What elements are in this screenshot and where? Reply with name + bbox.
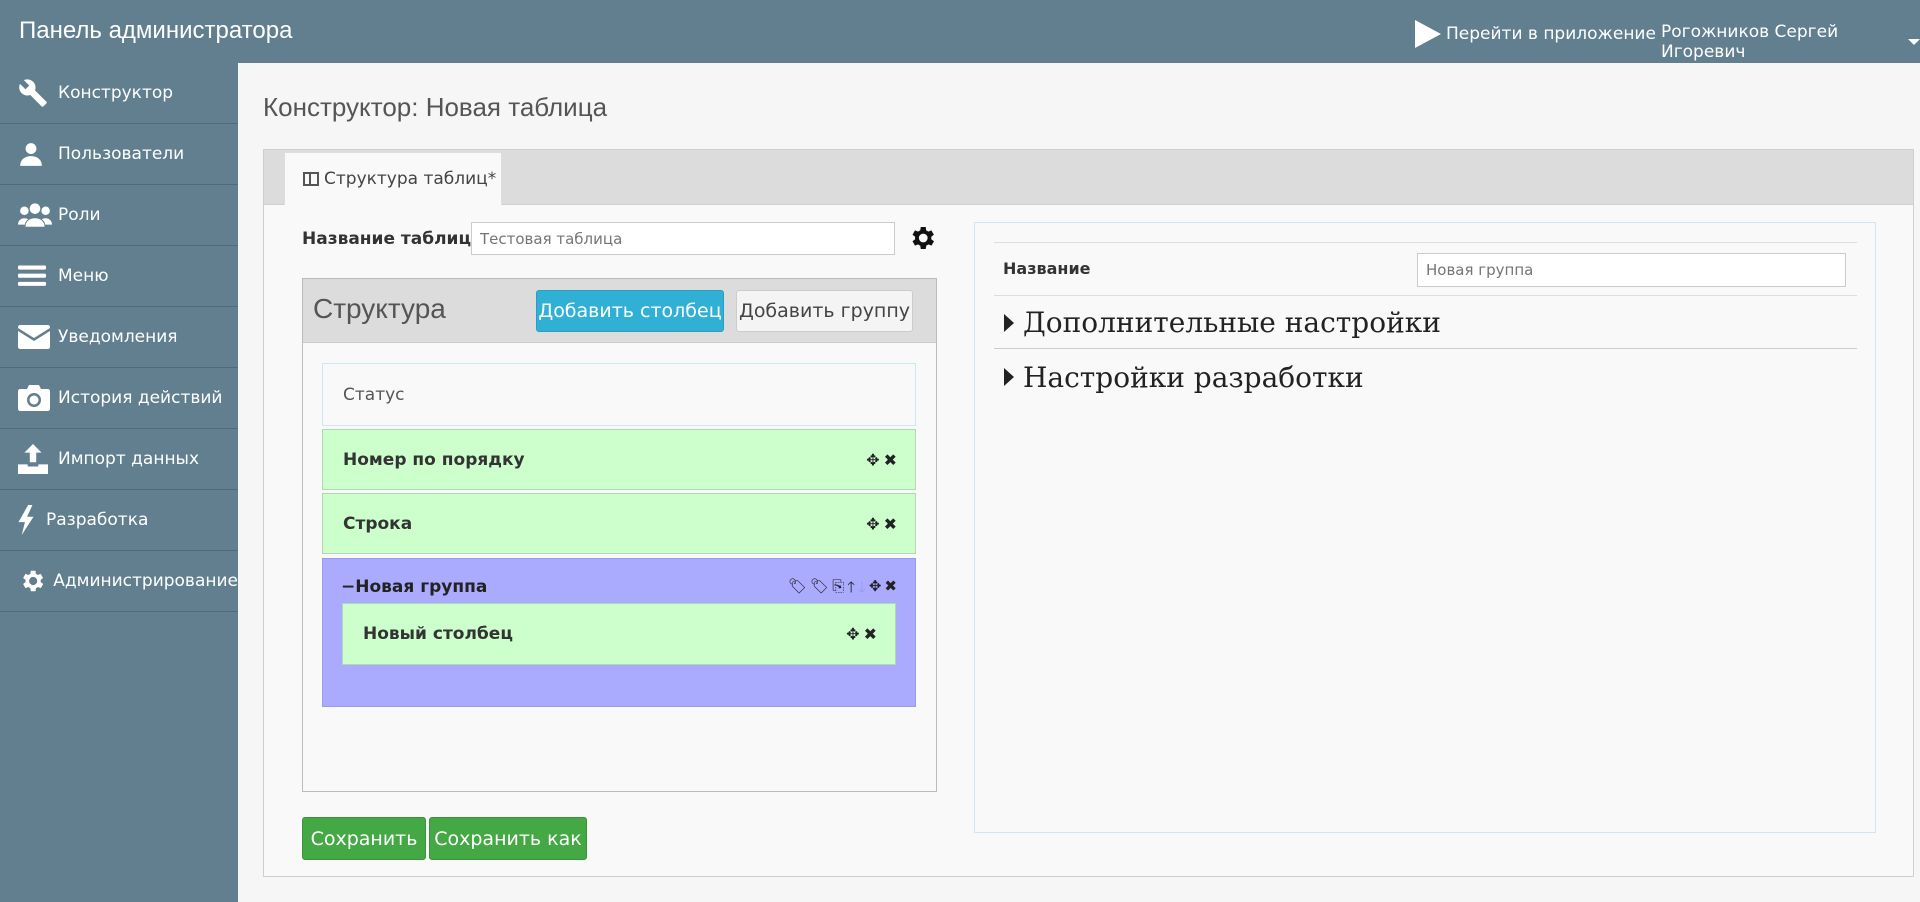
sidebar-item-roles[interactable]: Роли — [0, 185, 238, 246]
properties-panel: Название Дополнительные настройки Настро… — [974, 222, 1876, 833]
structure-row[interactable]: Строка ✥ ✖ — [322, 493, 916, 554]
move-icon[interactable]: ✥ — [869, 577, 882, 602]
sidebar-item-label: Уведомления — [58, 327, 178, 347]
tag-icon[interactable]: 🏷 — [788, 577, 807, 602]
structure-header: Структура Добавить столбец Добавить груп… — [303, 279, 936, 343]
sidebar-item-label: Роли — [58, 205, 101, 225]
row-label: Статус — [343, 384, 405, 405]
structure-title: Структура — [313, 293, 446, 324]
save-button[interactable]: Сохранить — [302, 817, 426, 860]
group-column[interactable]: Новый столбец ✥ ✖ — [342, 603, 896, 665]
section-additional-settings[interactable]: Дополнительные настройки — [994, 297, 1857, 349]
sidebar-item-label: Меню — [58, 266, 109, 286]
row-label: Новый столбец — [363, 624, 513, 644]
tabs-bar: Структура таблиц* — [264, 150, 1913, 205]
group-actions: 🏷 🏷 ⎘ 🡑 🡓 ✥ ✖ — [788, 577, 897, 602]
row-actions: ✥ ✖ — [866, 450, 897, 469]
tab-table-structure[interactable]: Структура таблиц* — [284, 152, 502, 205]
caret-down-icon — [1908, 39, 1920, 45]
row-label: Строка — [343, 513, 413, 534]
move-icon[interactable]: ✥ — [866, 450, 879, 469]
sidebar-item-import[interactable]: Импорт данных — [0, 429, 238, 490]
delete-icon[interactable]: ✖ — [884, 450, 897, 469]
property-name-row: Название — [994, 242, 1857, 296]
caret-right-icon — [1004, 368, 1014, 386]
upload-icon — [18, 444, 52, 474]
page-title: Конструктор: Новая таблица — [263, 92, 608, 122]
columns-icon — [303, 172, 319, 186]
collapse-icon[interactable]: − — [341, 577, 355, 597]
section-label: Настройки разработки — [1023, 360, 1364, 394]
sidebar-item-constructor[interactable]: Конструктор — [0, 63, 238, 124]
group-name-input[interactable] — [1417, 253, 1846, 287]
sidebar-item-label: Конструктор — [58, 83, 174, 103]
save-as-button[interactable]: Сохранить как — [429, 817, 587, 860]
delete-icon[interactable]: ✖ — [884, 577, 897, 602]
caret-right-icon — [1004, 313, 1014, 332]
sidebar-item-label: Администрирование — [53, 571, 238, 591]
structure-group[interactable]: −Новая группа 🏷 🏷 ⎘ 🡑 🡓 ✥ ✖ Новый столбе… — [322, 558, 916, 707]
sidebar-item-label: История действий — [58, 388, 223, 408]
structure-row-status[interactable]: Статус — [322, 363, 916, 426]
brand-title[interactable]: Панель администратора — [19, 17, 292, 45]
arrow-down-icon: 🡓 — [858, 578, 866, 596]
structure-row[interactable]: Номер по порядку ✥ ✖ — [322, 429, 916, 490]
row-label: Номер по порядку — [343, 449, 525, 470]
sidebar: Конструктор Пользователи Роли Меню Уведо… — [0, 63, 238, 902]
row-actions: ✥ ✖ — [846, 625, 877, 644]
section-development-settings[interactable]: Настройки разработки — [994, 351, 1857, 403]
table-name-input[interactable] — [471, 222, 895, 255]
goto-app-label: Перейти в приложение — [1446, 24, 1656, 44]
property-name-label: Название — [1003, 259, 1091, 278]
sidebar-item-notifications[interactable]: Уведомления — [0, 307, 238, 368]
table-name-label: Название таблицы — [302, 229, 487, 249]
add-group-button[interactable]: Добавить группу — [736, 290, 913, 332]
constructor-panel: Структура таблиц* Название таблицы Струк… — [263, 149, 1914, 877]
group-title-label: Новая группа — [355, 577, 488, 597]
move-icon[interactable]: ✥ — [866, 514, 879, 533]
sidebar-item-label: Пользователи — [58, 144, 185, 164]
delete-icon[interactable]: ✖ — [864, 625, 877, 644]
move-icon[interactable]: ✥ — [846, 625, 859, 644]
copy-icon[interactable]: ⎘ — [832, 577, 844, 602]
sidebar-item-menu[interactable]: Меню — [0, 246, 238, 307]
tags-icon[interactable]: 🏷 — [810, 577, 829, 602]
arrow-up-icon[interactable]: 🡑 — [847, 577, 855, 602]
bolt-icon — [18, 505, 40, 535]
users-icon — [18, 200, 52, 230]
table-settings-gear-icon[interactable] — [907, 223, 937, 253]
sidebar-item-history[interactable]: История действий — [0, 368, 238, 429]
menu-icon — [18, 261, 52, 291]
add-column-button[interactable]: Добавить столбец — [536, 290, 724, 332]
sidebar-item-label: Импорт данных — [58, 449, 200, 469]
row-actions: ✥ ✖ — [866, 514, 897, 533]
structure-box: Структура Добавить столбец Добавить груп… — [302, 278, 937, 792]
wrench-icon — [18, 78, 52, 108]
user-icon — [18, 139, 52, 169]
sidebar-item-users[interactable]: Пользователи — [0, 124, 238, 185]
user-menu[interactable]: Рогожников Сергей Игоревич — [1661, 22, 1920, 62]
gear-icon — [18, 566, 47, 596]
top-navbar: Панель администратора Перейти в приложен… — [0, 0, 1920, 63]
section-label: Дополнительные настройки — [1023, 306, 1441, 339]
group-title: −Новая группа — [341, 577, 487, 597]
user-name: Рогожников Сергей Игоревич — [1661, 22, 1839, 62]
goto-app-link[interactable]: Перейти в приложение — [1415, 20, 1656, 48]
delete-icon[interactable]: ✖ — [884, 514, 897, 533]
sidebar-item-development[interactable]: Разработка — [0, 490, 238, 551]
sidebar-item-administration[interactable]: Администрирование — [0, 551, 238, 612]
tab-label: Структура таблиц* — [324, 169, 497, 189]
envelope-icon — [18, 322, 52, 352]
camera-icon — [18, 383, 52, 413]
play-icon — [1415, 20, 1441, 48]
sidebar-item-label: Разработка — [46, 510, 149, 530]
